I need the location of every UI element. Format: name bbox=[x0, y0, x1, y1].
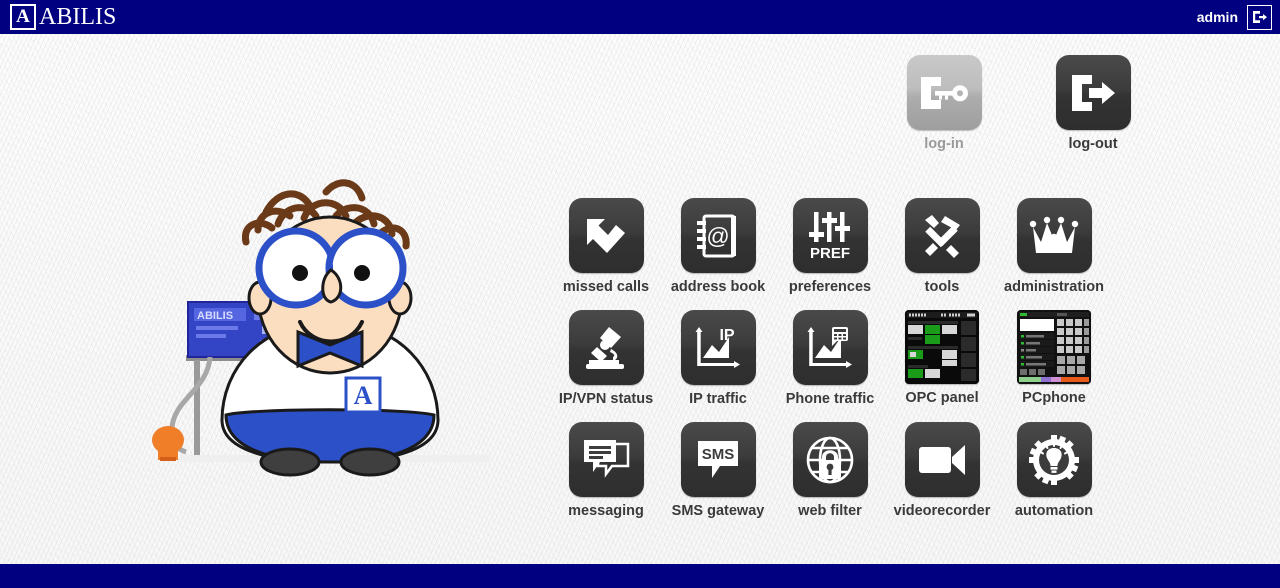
preferences-badge-text: PREF bbox=[810, 245, 850, 262]
tile-web-filter[interactable]: web filter bbox=[774, 422, 886, 534]
missed-call-arrow-icon bbox=[568, 198, 644, 273]
tile-sms-gateway[interactable]: SMS SMS gateway bbox=[662, 422, 774, 534]
tile-missed-calls[interactable]: missed calls bbox=[550, 198, 662, 310]
hammer-screwdriver-icon bbox=[904, 198, 980, 273]
tile-opc-panel[interactable]: OPC panel bbox=[886, 310, 998, 422]
tile-pcphone[interactable]: PCphone bbox=[998, 310, 1110, 422]
gear-bulb-icon bbox=[1016, 422, 1092, 497]
tile-label-preferences: preferences bbox=[788, 279, 872, 295]
tile-label-log-out: log-out bbox=[1068, 136, 1118, 152]
abilis-logo[interactable]: A ABILIS bbox=[10, 3, 116, 31]
video-camera-icon bbox=[904, 422, 980, 497]
tile-label-videorecorder: videorecorder bbox=[893, 503, 991, 519]
header-user-area: admin bbox=[1197, 0, 1272, 34]
tile-label-pcphone: PCphone bbox=[1022, 390, 1086, 406]
tile-ip-traffic[interactable]: IP IP traffic bbox=[662, 310, 774, 422]
crown-icon bbox=[1016, 198, 1092, 273]
tile-log-out[interactable]: log-out bbox=[1037, 55, 1149, 152]
svg-text:@: @ bbox=[706, 223, 729, 249]
ip-traffic-badge-text: IP bbox=[719, 327, 734, 344]
tile-label-automation: automation bbox=[1014, 503, 1094, 519]
logout-icon bbox=[1252, 11, 1267, 23]
tile-label-missed-calls: missed calls bbox=[562, 279, 650, 295]
tile-label-ip-traffic: IP traffic bbox=[689, 391, 747, 407]
tile-administration[interactable]: administration bbox=[998, 198, 1110, 310]
tile-label-address-book: address book bbox=[670, 279, 766, 295]
logo-mark-icon: A bbox=[10, 4, 36, 30]
app-footer bbox=[0, 564, 1280, 588]
tile-label-ip-vpn-status: IP/VPN status bbox=[558, 391, 654, 407]
tile-address-book[interactable]: @ address book bbox=[662, 198, 774, 310]
header-logout-button[interactable] bbox=[1247, 4, 1272, 30]
tile-tools[interactable]: tools bbox=[886, 198, 998, 310]
session-actions-row: log-in log-out bbox=[888, 55, 1149, 152]
tile-automation[interactable]: automation bbox=[998, 422, 1110, 534]
application-icon-grid: missed calls @ address book PREF prefere… bbox=[550, 198, 1110, 534]
microscope-icon bbox=[568, 310, 644, 385]
address-book-icon: @ bbox=[680, 198, 756, 273]
tile-label-tools: tools bbox=[924, 279, 960, 295]
tile-messaging[interactable]: messaging bbox=[550, 422, 662, 534]
tile-label-phone-traffic: Phone traffic bbox=[785, 391, 875, 407]
opc-panel-thumbnail-icon bbox=[905, 310, 979, 384]
sms-badge-text: SMS bbox=[702, 446, 735, 463]
tile-label-sms-gateway: SMS gateway bbox=[671, 503, 765, 519]
chat-bubbles-icon bbox=[568, 422, 644, 497]
graph-phone-icon bbox=[792, 310, 868, 385]
login-key-icon bbox=[906, 55, 982, 130]
tile-videorecorder[interactable]: videorecorder bbox=[886, 422, 998, 534]
abilis-mascot-illustration: ABILIS A bbox=[150, 150, 510, 490]
svg-text:A: A bbox=[354, 381, 373, 410]
pcphone-thumbnail-icon bbox=[1017, 310, 1091, 384]
tile-label-web-filter: web filter bbox=[798, 503, 862, 519]
tile-preferences[interactable]: PREF preferences bbox=[774, 198, 886, 310]
tile-label-administration: administration bbox=[1004, 279, 1104, 295]
sliders-pref-icon: PREF bbox=[792, 198, 868, 273]
tile-label-opc-panel: OPC panel bbox=[905, 390, 979, 406]
app-header: A ABILIS admin bbox=[0, 0, 1280, 34]
current-user-label: admin bbox=[1196, 9, 1238, 25]
graph-ip-icon: IP bbox=[680, 310, 756, 385]
tile-ip-vpn-status[interactable]: IP/VPN status bbox=[550, 310, 662, 422]
tile-label-log-in: log-in bbox=[924, 136, 964, 152]
tile-phone-traffic[interactable]: Phone traffic bbox=[774, 310, 886, 422]
logout-arrow-icon bbox=[1055, 55, 1131, 130]
logo-wordmark: ABILIS bbox=[39, 4, 117, 30]
svg-text:ABILIS: ABILIS bbox=[197, 310, 233, 322]
tile-label-messaging: messaging bbox=[568, 503, 644, 519]
globe-lock-icon bbox=[792, 422, 868, 497]
sms-bubble-icon: SMS bbox=[680, 422, 756, 497]
tile-log-in[interactable]: log-in bbox=[888, 55, 1000, 152]
